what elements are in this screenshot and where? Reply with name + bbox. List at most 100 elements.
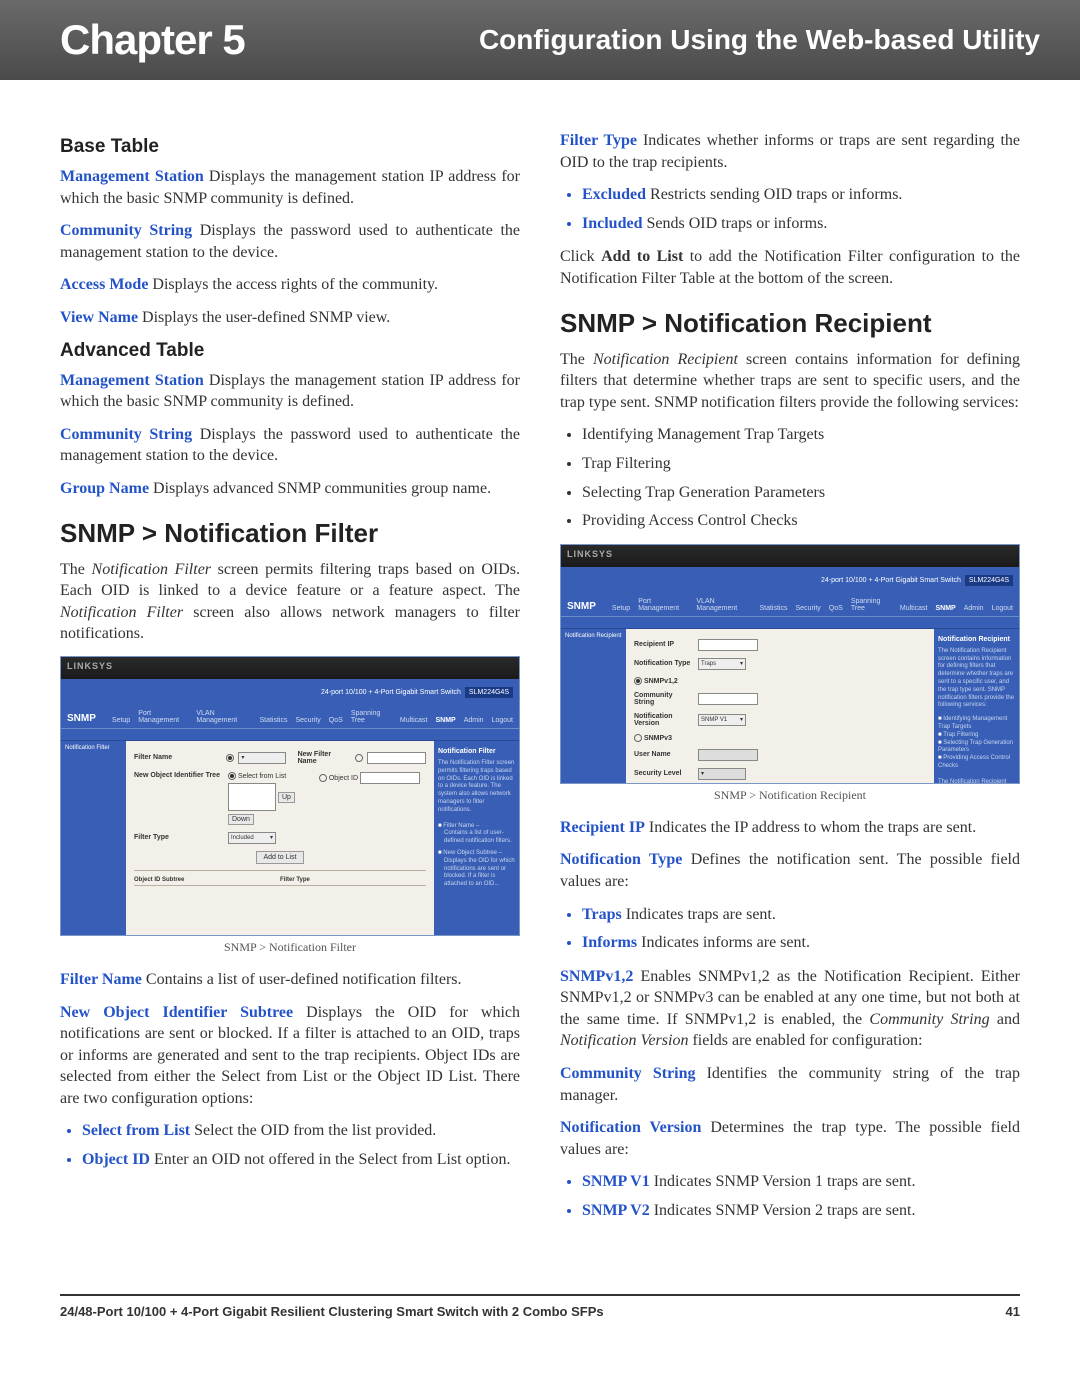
nf-intro: The Notification Filter screen permits f… bbox=[60, 559, 520, 645]
ss2-main: Recipient IP Notification TypeTraps SNMP… bbox=[626, 629, 934, 784]
base-table-heading: Base Table bbox=[60, 136, 520, 158]
v1-item: SNMP V1 Indicates SNMP Version 1 traps a… bbox=[582, 1171, 1020, 1193]
filter-type-list: Excluded Restricts sending OID traps or … bbox=[582, 184, 1020, 234]
right-column: Filter Type Indicates whether informs or… bbox=[560, 130, 1020, 1234]
ss1-filtertype-select[interactable]: Included bbox=[228, 832, 276, 844]
header-bar: Chapter 5 Configuration Using the Web-ba… bbox=[0, 0, 1080, 80]
fn-label: Filter Name bbox=[60, 971, 142, 988]
at-group-label: Group Name bbox=[60, 480, 149, 497]
bt-comm-label: Community String bbox=[60, 222, 192, 239]
included-item: Included Sends OID traps or informs. bbox=[582, 213, 1020, 235]
radio-icon[interactable] bbox=[319, 774, 327, 782]
ss1-list-box[interactable] bbox=[228, 783, 276, 811]
recipient-ip-desc: Recipient IP Indicates the IP address to… bbox=[560, 817, 1020, 839]
notification-version-desc: Notification Version Determines the trap… bbox=[560, 1117, 1020, 1160]
bt-access-mode: Access Mode Displays the access rights o… bbox=[60, 274, 520, 296]
ss1-add-button[interactable]: Add to List bbox=[256, 851, 303, 864]
radio-icon[interactable] bbox=[226, 754, 234, 762]
ss2-nver-select[interactable]: SNMP V1 bbox=[698, 714, 746, 726]
nr-b1: Identifying Management Trap Targets bbox=[582, 424, 1020, 446]
sfl-item: Select from List Select the OID from the… bbox=[82, 1120, 520, 1142]
bt-mgmt-station: Management Station Displays the manageme… bbox=[60, 166, 520, 209]
chapter-title: Chapter 5 bbox=[60, 16, 245, 64]
community-string-desc: Community String Identifies the communit… bbox=[560, 1063, 1020, 1106]
nv-label: Notification Version bbox=[560, 1119, 701, 1136]
at-group-name: Group Name Displays advanced SNMP commun… bbox=[60, 478, 520, 500]
nois-options-list: Select from List Select the OID from the… bbox=[82, 1120, 520, 1170]
ss2-user-input[interactable] bbox=[698, 749, 758, 761]
nois-label: New Object Identifier Subtree bbox=[60, 1004, 293, 1021]
ss1-brand: LINKSYS bbox=[61, 657, 519, 679]
nr-services-list: Identifying Management Trap Targets Trap… bbox=[582, 424, 1020, 531]
ft-label: Filter Type bbox=[560, 132, 637, 149]
cs-label: Community String bbox=[560, 1065, 696, 1082]
at-comm-string: Community String Displays the password u… bbox=[60, 424, 520, 467]
footer-pagenum: 41 bbox=[1006, 1304, 1020, 1319]
at-group-text: Displays advanced SNMP communities group… bbox=[149, 480, 491, 497]
at-mgmt-label: Management Station bbox=[60, 372, 204, 389]
ss2-recip-input[interactable] bbox=[698, 639, 758, 651]
ss1-bluebar: 24-port 10/100 + 4-Port Gigabit Smart Sw… bbox=[61, 679, 519, 707]
ss2-brand: LINKSYS bbox=[561, 545, 1019, 567]
rip-text: Indicates the IP address to whom the tra… bbox=[645, 819, 976, 836]
bt-view-label: View Name bbox=[60, 309, 138, 326]
left-column: Base Table Management Station Displays t… bbox=[60, 130, 520, 1234]
ss2-ntype-select[interactable]: Traps bbox=[698, 658, 746, 670]
ntype-label: Notification Type bbox=[560, 851, 682, 868]
ss1-filtername-select[interactable] bbox=[238, 752, 285, 764]
radio-icon[interactable] bbox=[634, 677, 642, 685]
informs-item: Informs Indicates informs are sent. bbox=[582, 932, 1020, 954]
ss1-side: Notification Filter bbox=[61, 741, 126, 936]
screenshot-notification-recipient: LINKSYS 24-port 10/100 + 4-Port Gigabit … bbox=[560, 544, 1020, 784]
nr-b3: Selecting Trap Generation Parameters bbox=[582, 482, 1020, 504]
filter-name-desc: Filter Name Contains a list of user-defi… bbox=[60, 969, 520, 991]
at-comm-label: Community String bbox=[60, 426, 192, 443]
page-title: Configuration Using the Web-based Utilit… bbox=[479, 24, 1040, 56]
up-button[interactable]: Up bbox=[278, 792, 295, 803]
footer-left: 24/48-Port 10/100 + 4-Port Gigabit Resil… bbox=[60, 1304, 604, 1319]
ss1-caption: SNMP > Notification Filter bbox=[60, 940, 520, 955]
ss1-table-head: Object ID Subtree Filter Type bbox=[134, 877, 426, 886]
ss2-comm-input[interactable] bbox=[698, 693, 758, 705]
nr-intro: The Notification Recipient screen contai… bbox=[560, 349, 1020, 414]
ss2-help: Notification Recipient The Notification … bbox=[934, 629, 1019, 784]
ntype-options-list: Traps Indicates traps are sent. Informs … bbox=[582, 904, 1020, 954]
content-columns: Base Table Management Station Displays t… bbox=[0, 130, 1080, 1264]
ss1-nav: SNMP Setup Port Management VLAN Manageme… bbox=[61, 707, 519, 729]
page-footer: 24/48-Port 10/100 + 4-Port Gigabit Resil… bbox=[60, 1294, 1020, 1359]
ss2-bluebar: 24-port 10/100 + 4-Port Gigabit Smart Sw… bbox=[561, 567, 1019, 595]
snmp12-label: SNMPv1,2 bbox=[560, 968, 633, 985]
filter-type-desc: Filter Type Indicates whether informs or… bbox=[560, 130, 1020, 173]
traps-item: Traps Indicates traps are sent. bbox=[582, 904, 1020, 926]
radio-icon[interactable] bbox=[355, 754, 363, 762]
ss1-main: Filter Name New Filter Name New Object I… bbox=[126, 741, 434, 936]
fn-text: Contains a list of user-defined notifica… bbox=[142, 971, 462, 988]
rip-label: Recipient IP bbox=[560, 819, 645, 836]
ss1-help: Notification Filter The Notification Fil… bbox=[434, 741, 519, 936]
snmpv12-desc: SNMPv1,2 Enables SNMPv1,2 as the Notific… bbox=[560, 966, 1020, 1052]
adv-table-heading: Advanced Table bbox=[60, 340, 520, 362]
bt-view-text: Displays the user-defined SNMP view. bbox=[138, 309, 390, 326]
bt-view-name: View Name Displays the user-defined SNMP… bbox=[60, 307, 520, 329]
ss2-sec-select[interactable] bbox=[698, 768, 746, 780]
nr-heading: SNMP > Notification Recipient bbox=[560, 308, 1020, 339]
nv-options-list: SNMP V1 Indicates SNMP Version 1 traps a… bbox=[582, 1171, 1020, 1221]
ss1-newfilter-input[interactable] bbox=[367, 752, 426, 764]
nr-b2: Trap Filtering bbox=[582, 453, 1020, 475]
oid-item: Object ID Enter an OID not offered in th… bbox=[82, 1149, 520, 1171]
radio-icon[interactable] bbox=[634, 734, 642, 742]
excluded-item: Excluded Restricts sending OID traps or … bbox=[582, 184, 1020, 206]
radio-icon[interactable] bbox=[228, 772, 236, 780]
ss2-caption: SNMP > Notification Recipient bbox=[560, 788, 1020, 803]
screenshot-notification-filter: LINKSYS 24-port 10/100 + 4-Port Gigabit … bbox=[60, 656, 520, 936]
at-mgmt-station: Management Station Displays the manageme… bbox=[60, 370, 520, 413]
down-button[interactable]: Down bbox=[228, 814, 254, 825]
nois-desc: New Object Identifier Subtree Displays t… bbox=[60, 1002, 520, 1110]
ss1-objectid-input[interactable] bbox=[360, 772, 420, 784]
add-to-list-desc: Click Add to List to add the Notificatio… bbox=[560, 246, 1020, 289]
bt-access-text: Displays the access rights of the commun… bbox=[148, 276, 438, 293]
ss1-table-body bbox=[134, 886, 426, 936]
bt-mgmt-label: Management Station bbox=[60, 168, 204, 185]
notification-type-desc: Notification Type Defines the notificati… bbox=[560, 849, 1020, 892]
bt-access-label: Access Mode bbox=[60, 276, 148, 293]
